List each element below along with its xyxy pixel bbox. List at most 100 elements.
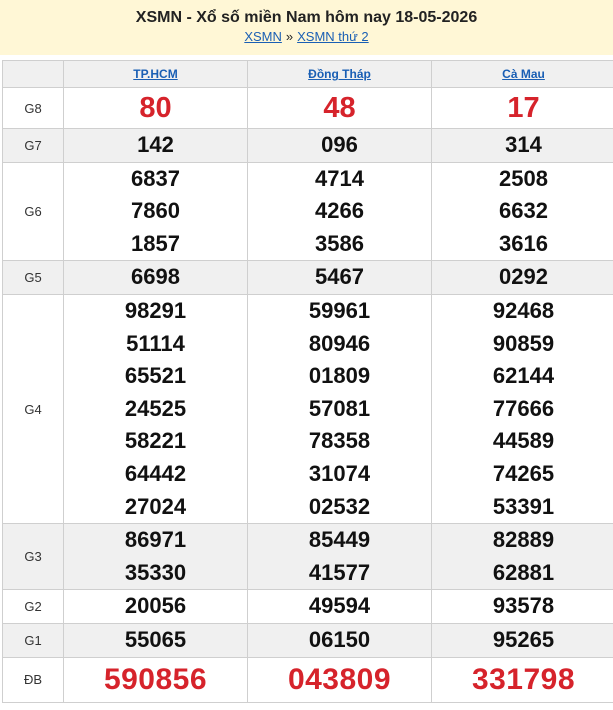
prize-cell: 5467	[247, 260, 432, 295]
prize-rows: G8 80 48 17 G7 142 096 314 G6 6837 7860 1857 4714 426…	[2, 87, 613, 703]
prize-cell: 314	[431, 128, 613, 163]
prize-number: 3616	[499, 230, 548, 256]
prize-cell: 92468 90859 62144 77666 44589 74265 53391	[431, 293, 613, 525]
prize-number: 92468	[492, 297, 555, 323]
prize-cell: 80	[63, 87, 248, 129]
province-header: Cà Mau	[431, 60, 613, 88]
prize-row: G6 6837 7860 1857 4714 4266 3586 2508 6632 3616	[2, 161, 613, 262]
prize-cell: 590856	[63, 656, 248, 703]
prize-number: 41577	[308, 559, 371, 585]
page-header: XSMN - Xổ số miền Nam hôm nay 18-05-2026…	[0, 0, 613, 55]
prize-number: 4714	[315, 165, 364, 191]
prize-row: G7 142 096 314	[2, 128, 613, 163]
prize-number: 5467	[315, 264, 364, 290]
prize-number: 80	[139, 92, 172, 124]
corner-cell	[2, 60, 64, 88]
prize-number: 20056	[124, 593, 187, 619]
prize-number: 6837	[131, 165, 180, 191]
prize-cell: 142	[63, 128, 248, 163]
prize-cell: 096	[247, 128, 432, 163]
prize-cell: 331798	[431, 656, 613, 703]
prize-number: 51114	[126, 330, 185, 356]
page-title: XSMN - Xổ số miền Nam hôm nay 18-05-2026	[135, 9, 478, 26]
prize-number: 6698	[131, 264, 180, 290]
province-header: Đồng Tháp	[247, 60, 432, 88]
special-prize-number: 043809	[287, 662, 392, 696]
prize-number: 57081	[308, 395, 371, 421]
prize-cell: 4714 4266 3586	[247, 161, 432, 262]
prize-number: 90859	[492, 330, 555, 356]
prize-row: G4 98291 51114 65521 24525 58221 64442 27024 599…	[2, 293, 613, 525]
prize-cell: 6698	[63, 260, 248, 295]
prize-row: G2 20056 49594 93578	[2, 589, 613, 624]
prize-label: G5	[2, 260, 64, 295]
prize-number: 93578	[492, 593, 555, 619]
prize-number: 4266	[315, 198, 364, 224]
prize-number: 58221	[124, 428, 187, 454]
prize-number: 74265	[492, 460, 555, 486]
special-prize-number: 590856	[103, 662, 208, 696]
prize-number: 01809	[308, 363, 371, 389]
prize-cell: 59961 80946 01809 57081 78358 31074 02532	[247, 293, 432, 525]
prize-number: 2508	[499, 165, 548, 191]
prize-cell: 55065	[63, 622, 248, 658]
province-link-ca-mau[interactable]: Cà Mau	[502, 67, 545, 81]
breadcrumb-link-xsmn[interactable]: XSMN	[244, 29, 282, 44]
prize-number: 44589	[492, 428, 555, 454]
prize-label: G8	[2, 87, 64, 129]
prize-row: ĐB 590856 043809 331798	[2, 656, 613, 703]
prize-number: 49594	[308, 593, 371, 619]
prize-cell: 2508 6632 3616	[431, 161, 613, 262]
prize-label: G3	[2, 523, 64, 591]
prize-number: 98291	[124, 297, 187, 323]
province-header: TP.HCM	[63, 60, 248, 88]
prize-label: G2	[2, 589, 64, 624]
prize-number: 62881	[492, 559, 555, 585]
breadcrumb: XSMN» XSMN thứ 2	[0, 28, 613, 46]
prize-number: 64442	[124, 460, 187, 486]
prize-number: 7860	[131, 198, 180, 224]
prize-cell: 95265	[431, 622, 613, 658]
prize-cell: 48	[247, 87, 432, 129]
province-header-row: TP.HCM Đồng Tháp Cà Mau	[2, 60, 613, 88]
prize-number: 62144	[492, 363, 555, 389]
prize-cell: 82889 62881	[431, 523, 613, 591]
prize-label: G4	[2, 293, 64, 525]
prize-cell: 85449 41577	[247, 523, 432, 591]
prize-number: 27024	[124, 493, 187, 519]
prize-label: G1	[2, 622, 64, 658]
prize-number: 78358	[308, 428, 371, 454]
prize-number: 31074	[308, 460, 371, 486]
prize-label: ĐB	[2, 656, 64, 703]
prize-number: 1857	[131, 230, 180, 256]
prize-number: 314	[505, 132, 542, 157]
prize-number: 096	[321, 132, 358, 157]
prize-row: G8 80 48 17	[2, 87, 613, 129]
prize-number: 3586	[315, 230, 364, 256]
prize-number: 86971	[124, 527, 187, 553]
prize-cell: 17	[431, 87, 613, 129]
province-link-dong-thap[interactable]: Đồng Tháp	[308, 67, 371, 81]
prize-number: 0292	[499, 264, 548, 290]
prize-number: 48	[323, 92, 356, 124]
prize-number: 06150	[308, 626, 371, 652]
prize-cell: 49594	[247, 589, 432, 624]
prize-number: 85449	[308, 527, 371, 553]
prize-cell: 20056	[63, 589, 248, 624]
prize-number: 142	[137, 132, 174, 157]
prize-cell: 98291 51114 65521 24525 58221 64442 27024	[63, 293, 248, 525]
prize-number: 17	[507, 92, 540, 124]
prize-number: 95265	[492, 626, 555, 652]
breadcrumb-separator: »	[285, 29, 294, 44]
prize-number: 6632	[499, 198, 548, 224]
prize-cell: 06150	[247, 622, 432, 658]
prize-row: G5 6698 5467 0292	[2, 260, 613, 295]
prize-number: 24525	[124, 395, 187, 421]
province-link-tphcm[interactable]: TP.HCM	[133, 67, 177, 81]
prize-number: 35330	[124, 559, 187, 585]
prize-number: 65521	[124, 363, 187, 389]
prize-label: G7	[2, 128, 64, 163]
breadcrumb-link-xsmn-thu-2[interactable]: XSMN thứ 2	[297, 29, 369, 44]
results-table: TP.HCM Đồng Tháp Cà Mau G8 80 48 17 G7 142 096…	[2, 60, 613, 703]
prize-number: 80946	[308, 330, 371, 356]
